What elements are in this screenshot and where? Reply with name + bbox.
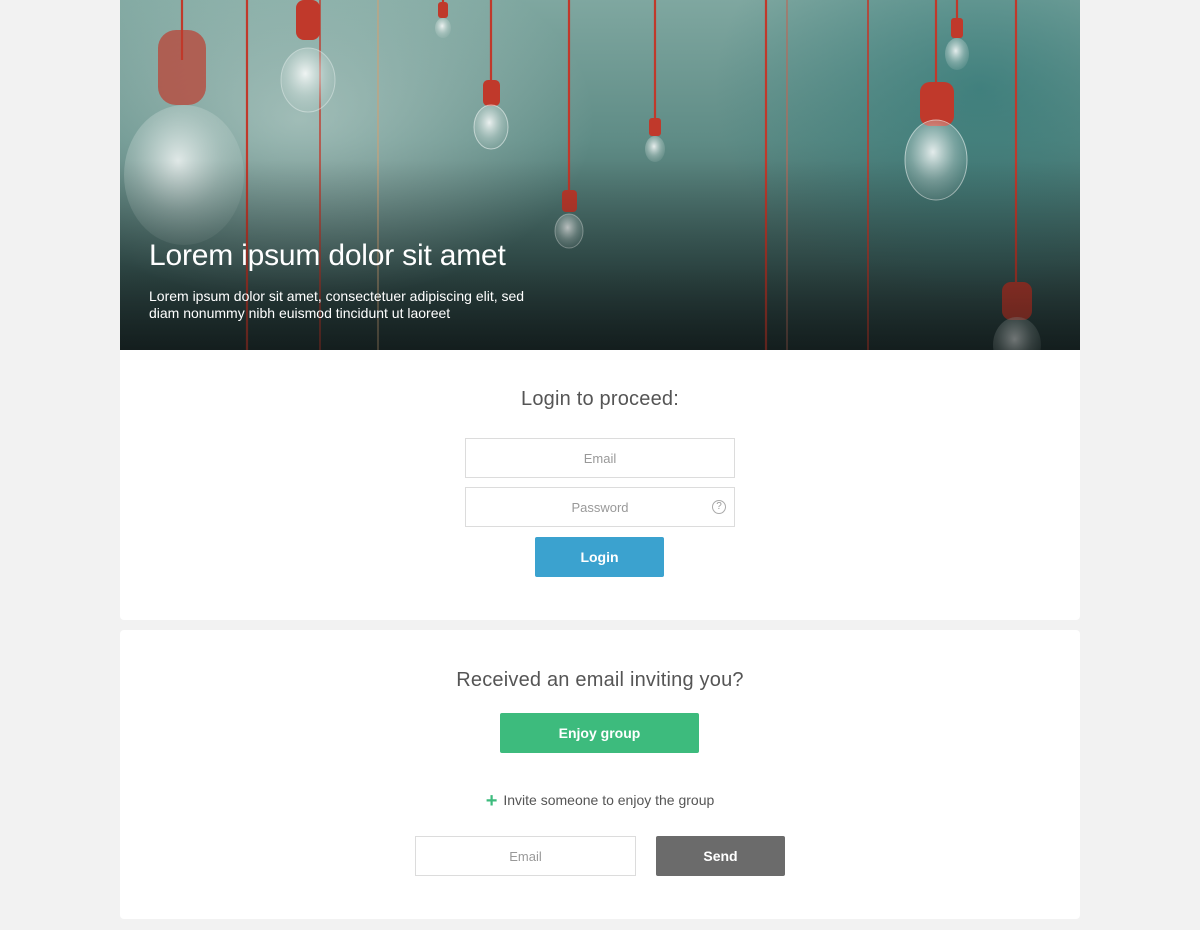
- invite-link-label: Invite someone to enjoy the group: [503, 792, 715, 808]
- hero-banner: Lorem ipsum dolor sit amet Lorem ipsum d…: [120, 0, 1080, 350]
- invite-card: Received an email inviting you? Enjoy gr…: [120, 630, 1080, 919]
- hero-title: Lorem ipsum dolor sit amet: [149, 239, 506, 272]
- invite-heading: Received an email inviting you?: [456, 669, 744, 691]
- invite-email-input[interactable]: [415, 836, 636, 876]
- login-card: Login to proceed: ? Login: [120, 350, 1080, 620]
- hero-text: Lorem ipsum dolor sit amet Lorem ipsum d…: [149, 238, 549, 322]
- question-circle-icon[interactable]: ?: [712, 500, 726, 514]
- enjoy-group-button[interactable]: Enjoy group: [500, 713, 699, 753]
- login-email-input[interactable]: [465, 438, 735, 478]
- send-button[interactable]: Send: [656, 836, 785, 876]
- invite-someone-link[interactable]: + Invite someone to enjoy the group: [120, 790, 1080, 813]
- hero-subtitle: Lorem ipsum dolor sit amet, consectetuer…: [149, 288, 525, 321]
- plus-icon: +: [485, 790, 498, 812]
- page-container: Lorem ipsum dolor sit amet Lorem ipsum d…: [120, 0, 1080, 919]
- login-password-input[interactable]: [465, 487, 735, 527]
- login-button[interactable]: Login: [535, 537, 664, 577]
- login-heading: Login to proceed:: [521, 388, 679, 410]
